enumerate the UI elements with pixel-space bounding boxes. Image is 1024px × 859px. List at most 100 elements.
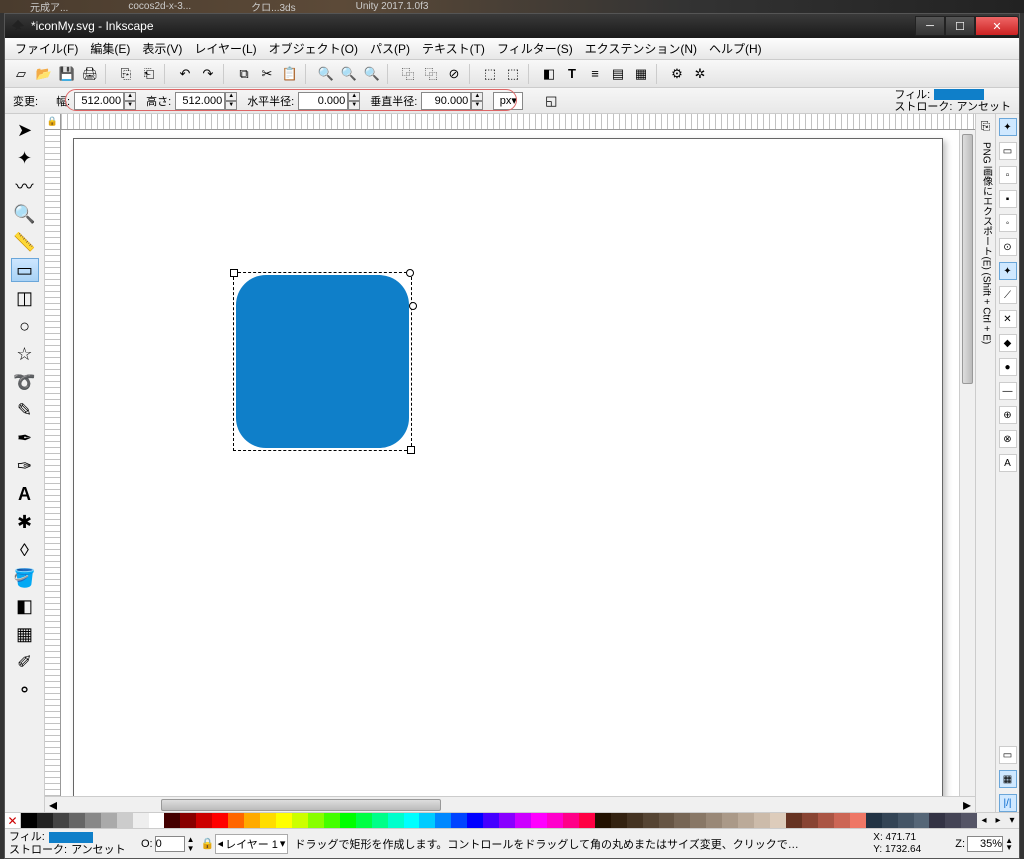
unit-select[interactable]: px ▾ [493,92,523,110]
paste-button[interactable]: 📋 [280,64,300,84]
palette-swatch[interactable] [786,813,802,828]
palette-swatch[interactable] [961,813,977,828]
palette-swatch[interactable] [324,813,340,828]
palette-scroll-left[interactable]: ◂ [977,813,991,828]
selector-tool[interactable]: ➤ [11,118,39,142]
palette-swatch[interactable] [929,813,945,828]
palette-swatch[interactable] [802,813,818,828]
rx-up[interactable]: ▲ [348,92,360,101]
palette-swatch[interactable] [579,813,595,828]
palette-swatch[interactable] [356,813,372,828]
prefs-button[interactable]: ⚙ [667,64,687,84]
snap-intersect[interactable]: ✕ [999,310,1017,328]
opacity-input[interactable] [155,836,185,852]
palette-swatch[interactable] [244,813,260,828]
palette-swatch[interactable] [340,813,356,828]
snap-bbox-edge[interactable]: ▫ [999,166,1017,184]
rectangle-tool[interactable]: ▭ [11,258,39,282]
corner-radius-handle-tr[interactable] [406,269,414,277]
spiral-tool[interactable]: ➰ [11,370,39,394]
palette-swatch[interactable] [85,813,101,828]
palette-swatch[interactable] [945,813,961,828]
connector-tool[interactable]: ⚬ [11,678,39,702]
menu-file[interactable]: ファイル(F) [11,38,82,59]
ry-input[interactable] [421,92,471,110]
no-color-swatch[interactable]: ✕ [5,813,21,828]
save-button[interactable]: 💾 [57,64,77,84]
import-button[interactable]: ⎘ [116,64,136,84]
width-up[interactable]: ▲ [124,92,136,101]
ry-down[interactable]: ▼ [471,101,483,110]
palette-swatch[interactable] [483,813,499,828]
horizontal-scrollbar[interactable]: ◂ ▸ [45,796,975,812]
snap-obj-center[interactable]: ⊕ [999,406,1017,424]
menu-object[interactable]: オブジェクト(O) [265,38,362,59]
palette-swatch[interactable] [149,813,165,828]
palette-swatch[interactable] [770,813,786,828]
open-button[interactable]: 📂 [34,64,54,84]
titlebar[interactable]: *iconMy.svg - Inkscape ─ ☐ ✕ [5,14,1019,38]
palette-swatch[interactable] [547,813,563,828]
snap-page[interactable]: ▭ [999,746,1017,764]
stroke-value-top[interactable]: アンセット [956,101,1011,113]
palette-swatch[interactable] [611,813,627,828]
snap-enable[interactable]: ✦ [999,118,1017,136]
export-button[interactable]: ⎗ [139,64,159,84]
palette-swatch[interactable] [834,813,850,828]
palette-swatch[interactable] [451,813,467,828]
snap-bbox-corner[interactable]: ▪ [999,190,1017,208]
menu-filters[interactable]: フィルター(S) [493,38,577,59]
snap-grid[interactable]: ▦ [999,770,1017,788]
ry-up[interactable]: ▲ [471,92,483,101]
palette-swatch[interactable] [69,813,85,828]
node-tool[interactable]: ✦ [11,146,39,170]
palette-swatch[interactable] [133,813,149,828]
palette-swatch[interactable] [515,813,531,828]
bucket-tool[interactable]: 🪣 [11,566,39,590]
palette-swatch[interactable] [738,813,754,828]
menu-view[interactable]: 表示(V) [138,38,186,59]
pencil-tool[interactable]: ✎ [11,398,39,422]
close-button[interactable]: ✕ [975,16,1019,36]
fill-swatch-top[interactable] [934,89,984,100]
palette-swatch[interactable] [674,813,690,828]
menu-edit[interactable]: 編集(E) [86,38,134,59]
minimize-button[interactable]: ─ [915,16,945,36]
palette-swatch[interactable] [404,813,420,828]
new-button[interactable]: ▱ [11,64,31,84]
export-panel-icon[interactable]: ⎘ [978,118,994,134]
redo-button[interactable]: ↷ [198,64,218,84]
palette-scroll-right[interactable]: ▸ [991,813,1005,828]
unlink-button[interactable]: ⊘ [444,64,464,84]
layer-lock-icon[interactable]: 🔒 [201,837,215,850]
palette-swatch[interactable] [164,813,180,828]
palette-swatch[interactable] [260,813,276,828]
ellipse-tool[interactable]: ○ [11,314,39,338]
palette-swatch[interactable] [690,813,706,828]
menu-layer[interactable]: レイヤー(L) [190,38,260,59]
zoom-tool[interactable]: 🔍 [11,202,39,226]
menu-path[interactable]: パス(P) [366,38,414,59]
layer-selector[interactable]: ◂レイヤー 1▾ [215,834,289,854]
measure-tool[interactable]: 📏 [11,230,39,254]
canvas[interactable] [61,130,959,796]
height-up[interactable]: ▲ [225,92,237,101]
status-stroke-value[interactable]: アンセット [71,844,126,857]
reset-corners-button[interactable]: ◱ [541,91,561,111]
duplicate-button[interactable]: ⿻ [398,64,418,84]
palette-swatch[interactable] [419,813,435,828]
palette-swatch[interactable] [276,813,292,828]
snap-bbox-mid[interactable]: ◦ [999,214,1017,232]
eraser-tool[interactable]: ◊ [11,538,39,562]
tweak-tool[interactable]: 〰 [11,174,39,198]
palette-swatch[interactable] [914,813,930,828]
palette-swatch[interactable] [388,813,404,828]
palette-swatch[interactable] [659,813,675,828]
snap-node[interactable]: ✦ [999,262,1017,280]
palette-swatch[interactable] [435,813,451,828]
palette-swatch[interactable] [818,813,834,828]
snap-guide[interactable]: |/| [999,794,1017,812]
resize-handle-tl[interactable] [230,269,238,277]
palette-swatch[interactable] [117,813,133,828]
rx-input[interactable] [298,92,348,110]
